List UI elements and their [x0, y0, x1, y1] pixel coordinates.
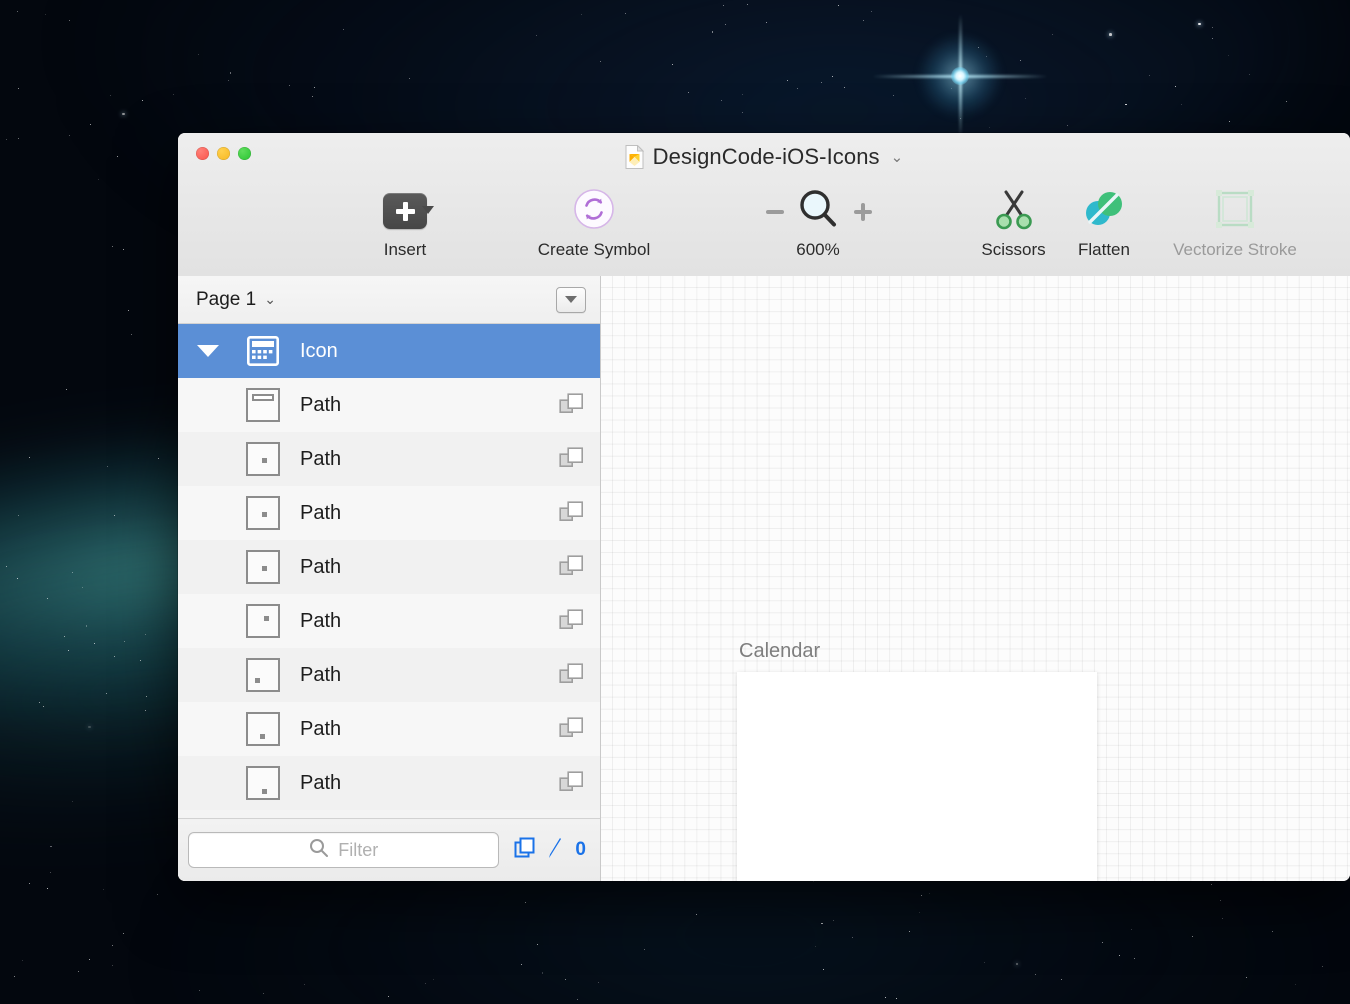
layer-row[interactable]: Path: [178, 378, 600, 432]
layer-list[interactable]: Icon Path Path Path Path Path Path Path Path: [178, 324, 600, 818]
page-chevron-down-icon[interactable]: ⌄: [264, 291, 276, 308]
sidebar-footer: Filter 0: [178, 818, 600, 881]
layer-row-selected[interactable]: Icon: [178, 324, 600, 378]
create-symbol-button[interactable]: Create Symbol: [522, 185, 666, 258]
vectorize-stroke-button[interactable]: Vectorize Stroke: [1150, 185, 1320, 258]
search-icon: [309, 838, 329, 862]
sketch-document-icon: [625, 145, 644, 169]
flatten-label: Flatten: [1078, 240, 1130, 259]
page-name: Page 1: [196, 288, 257, 310]
zoom-control[interactable]: 600%: [756, 185, 880, 258]
vectorize-stroke-icon: [1213, 187, 1257, 236]
boolean-operation-icon[interactable]: [544, 608, 600, 634]
path-thumbnail: [238, 604, 288, 638]
document-title-chevron-down-icon[interactable]: ⌄: [891, 148, 904, 166]
layer-name: Path: [300, 717, 342, 740]
layer-name: Path: [300, 501, 342, 524]
boolean-operation-icon[interactable]: [544, 716, 600, 742]
path-thumbnail: [238, 550, 288, 584]
layer-row[interactable]: Path: [178, 540, 600, 594]
boolean-operation-icon[interactable]: [544, 554, 600, 580]
boolean-operation-icon[interactable]: [544, 662, 600, 688]
layers-sidebar: Page 1 ⌄ Icon Path Path Path Path Path Path Pat…: [178, 276, 601, 881]
duplicate-layer-icon[interactable]: [513, 836, 537, 865]
insert-label: Insert: [383, 240, 427, 259]
filter-input[interactable]: Filter: [188, 832, 500, 868]
sketch-app-window: DesignCode-iOS-Icons ⌄ Insert Create Sym…: [178, 133, 1350, 881]
layer-row[interactable]: Path: [178, 756, 600, 810]
insert-plus-icon[interactable]: [383, 193, 427, 229]
edit-pen-icon[interactable]: [545, 836, 567, 865]
layer-name: Path: [300, 609, 342, 632]
create-symbol-label: Create Symbol: [537, 240, 651, 259]
zoom-level-label: 600%: [796, 240, 840, 259]
layer-name: Path: [300, 447, 342, 470]
layer-row[interactable]: Path: [178, 594, 600, 648]
artboard-name[interactable]: Calendar: [739, 640, 820, 663]
layer-row[interactable]: Path: [178, 486, 600, 540]
path-thumbnail: [238, 658, 288, 692]
layer-name: Path: [300, 555, 342, 578]
vectorize-stroke-label: Vectorize Stroke: [1173, 240, 1297, 259]
artboard[interactable]: [737, 672, 1097, 881]
scissors-label: Scissors: [981, 240, 1046, 259]
layer-row[interactable]: Path: [178, 432, 600, 486]
path-thumbnail: [238, 388, 288, 422]
layer-name: Icon: [300, 339, 338, 362]
toolbar: DesignCode-iOS-Icons ⌄ Insert Create Sym…: [178, 133, 1350, 277]
flatten-button[interactable]: Flatten: [1062, 185, 1146, 258]
path-thumbnail: [238, 442, 288, 476]
boolean-operation-icon[interactable]: [544, 770, 600, 796]
scissors-icon: [993, 187, 1035, 236]
insert-chevron-down-icon[interactable]: [422, 206, 434, 214]
document-title: DesignCode-iOS-Icons: [652, 144, 880, 169]
layer-name: Path: [300, 393, 342, 416]
zoom-in-icon[interactable]: [854, 203, 872, 221]
scissors-button[interactable]: Scissors: [968, 185, 1059, 258]
layer-count: 0: [575, 839, 586, 860]
page-options-button[interactable]: [556, 286, 586, 313]
disclosure-triangle-down-icon[interactable]: [178, 345, 238, 357]
magnifier-icon[interactable]: [796, 187, 840, 236]
group-calendar-icon: [238, 336, 288, 366]
path-thumbnail: [238, 766, 288, 800]
create-symbol-icon: [573, 188, 615, 235]
window-body: Page 1 ⌄ Icon Path Path Path Path Path Path Pat…: [178, 276, 1350, 881]
insert-button[interactable]: Insert: [372, 185, 438, 258]
layer-name: Path: [300, 663, 342, 686]
toolbar-buttons: Insert Create Symbol 600% Scissors Flatt…: [178, 185, 1350, 273]
boolean-operation-icon[interactable]: [544, 500, 600, 526]
sidebar-footer-actions[interactable]: 0: [513, 836, 586, 865]
zoom-out-icon[interactable]: [766, 210, 784, 214]
canvas[interactable]: Calendar: [601, 276, 1350, 881]
path-thumbnail: [238, 712, 288, 746]
boolean-operation-icon[interactable]: [544, 392, 600, 418]
layer-row[interactable]: Path: [178, 702, 600, 756]
layer-name: Path: [300, 771, 342, 794]
filter-placeholder: Filter: [338, 839, 379, 860]
flatten-icon: [1082, 187, 1126, 236]
document-title-bar[interactable]: DesignCode-iOS-Icons ⌄: [178, 144, 1350, 169]
boolean-operation-icon[interactable]: [544, 446, 600, 472]
page-selector[interactable]: Page 1 ⌄: [178, 276, 600, 324]
path-thumbnail: [238, 496, 288, 530]
layer-row[interactable]: Path: [178, 648, 600, 702]
